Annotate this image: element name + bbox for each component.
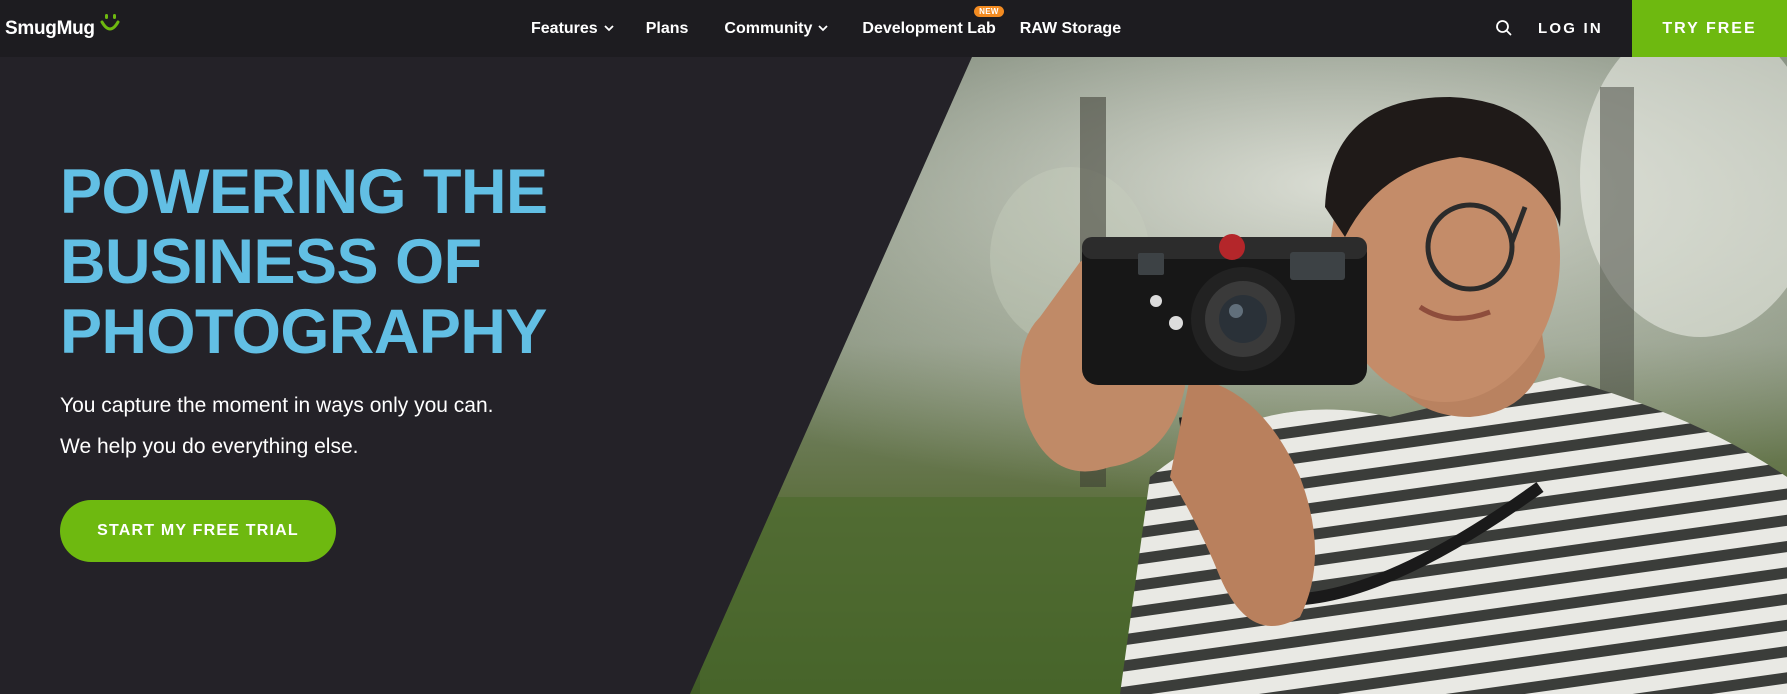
hero-photo — [690, 57, 1787, 694]
top-navigation-bar: SmugMug Features Plans Community Develop… — [0, 0, 1787, 57]
nav-community[interactable]: Community — [724, 19, 829, 38]
new-badge: NEW — [974, 5, 1004, 17]
hero-title: POWERING THE BUSINESS OF PHOTOGRAPHY — [60, 157, 620, 367]
smile-logo-icon — [100, 13, 120, 30]
nav-development-lab-label: Development Lab — [862, 19, 996, 37]
nav-community-label: Community — [724, 19, 813, 37]
nav-plans-label: Plans — [645, 19, 689, 37]
nav-features-label: Features — [531, 19, 598, 37]
hero-section: POWERING THE BUSINESS OF PHOTOGRAPHY You… — [0, 57, 1787, 694]
hero-title-line: BUSINESS OF — [60, 227, 482, 297]
nav-raw-storage-label: RAW Storage — [1019, 19, 1122, 37]
hero-subtitle: You capture the moment in ways only you … — [60, 394, 494, 458]
nav-plans[interactable]: Plans — [646, 20, 689, 38]
photographer-with-camera-image — [690, 57, 1787, 694]
login-link[interactable]: LOG IN — [1538, 0, 1603, 57]
nav-development-lab[interactable]: Development Lab NEW — [862, 5, 1004, 38]
chevron-down-icon — [818, 25, 829, 32]
start-free-trial-button[interactable]: START MY FREE TRIAL — [60, 500, 336, 562]
nav-features[interactable]: Features — [531, 20, 614, 38]
hero-title-line: POWERING THE — [60, 157, 548, 227]
main-nav: Features Plans Community Development Lab… — [531, 0, 1121, 57]
smugmug-logo[interactable]: SmugMug — [5, 0, 121, 57]
try-free-button[interactable]: TRY FREE — [1632, 0, 1787, 57]
nav-raw-storage[interactable]: RAW Storage — [1020, 20, 1121, 38]
search-button[interactable] — [1494, 18, 1514, 38]
hero-title-line: PHOTOGRAPHY — [60, 297, 547, 367]
chevron-down-icon — [604, 25, 614, 32]
search-icon — [1496, 20, 1512, 36]
logo-text: SmugMug — [5, 17, 95, 39]
